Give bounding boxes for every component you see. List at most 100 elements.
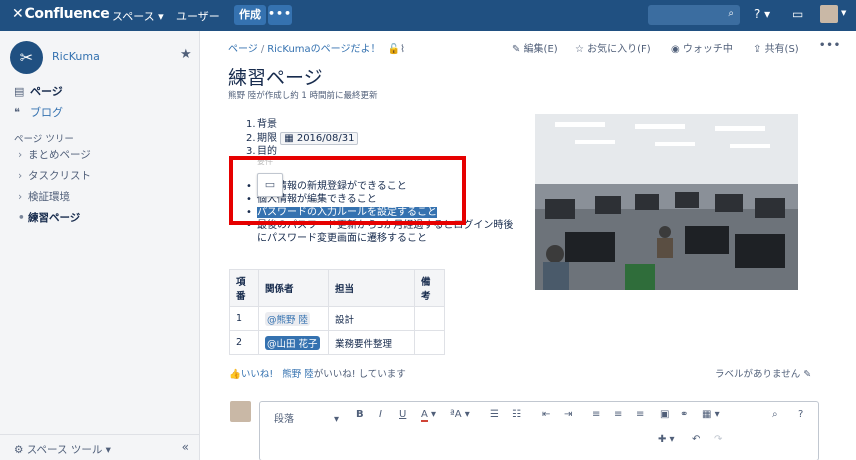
inline-comment-icon[interactable]: ▭ (257, 173, 283, 197)
table-cell: 2 (229, 330, 259, 355)
likes-section: 👍いいね! 熊野 陸がいいね! しています (229, 366, 406, 380)
align-center-icon[interactable]: ≡ (614, 409, 622, 420)
more-create-button[interactable]: ••• (268, 5, 292, 25)
list-item-continuation: にパスワード変更画面に遷移すること (257, 233, 427, 244)
link-icon[interactable]: ⚭ (680, 409, 688, 420)
liker-link[interactable]: 熊野 陸 (282, 369, 314, 380)
logo-text: Confluence (24, 6, 110, 22)
italic-button[interactable]: I (379, 409, 382, 420)
help-menu[interactable]: ? ▾ (754, 7, 770, 21)
bullet-list-icon[interactable]: ☰ (490, 409, 499, 420)
favourite-button[interactable]: ☆ お気に入り(F) (575, 40, 651, 55)
text-color-button[interactable]: A ▾ (421, 409, 436, 422)
sidebar-item-pages[interactable]: ▤ ページ (14, 83, 63, 99)
tree-item-verification[interactable]: › 検証環境 (18, 189, 70, 204)
redo-icon[interactable]: ↷ (714, 434, 722, 445)
search-icon[interactable]: ⌕ (772, 409, 778, 420)
blog-icon: ❝ (14, 106, 20, 119)
table-cell: 1 (229, 306, 259, 331)
user-mention[interactable]: @山田 花子 (265, 335, 320, 350)
bold-button[interactable]: B (356, 409, 364, 420)
tree-item-summary[interactable]: › まとめページ (18, 147, 91, 162)
insert-image-icon[interactable]: ▣ (660, 409, 669, 420)
page-byline: 熊野 陸が作成し約 1 時間前に最終更新 (228, 91, 378, 101)
table-cell: @山田 花子 (258, 330, 329, 355)
paragraph-style-dropdown[interactable]: 段落 ▾ (274, 410, 339, 425)
top-navigation-bar: ✕Confluence スペース ▾ ユーザー 作成 ••• ⌕ ? ▾ ▭ ▼ (0, 0, 856, 31)
like-button[interactable]: 👍いいね! (229, 369, 273, 380)
page-content: ページ / RicKumaのページだよ！ 🔓⌇ ✎ 編集(E) ☆ お気に入り(F)… (201, 31, 856, 460)
breadcrumb-pages[interactable]: ページ (228, 44, 258, 55)
table-header: 担当 (328, 269, 415, 307)
page-title: 練習ページ (228, 67, 323, 89)
table-cell (414, 306, 445, 331)
space-sidebar: ✂ RicKuma ★ ▤ ページ ❝ ブログ ページ ツリー › まとめページ › タ… (0, 31, 200, 460)
table-icon[interactable]: ▦ ▾ (702, 409, 720, 420)
tree-item-practice[interactable]: • 練習ページ (18, 210, 80, 225)
chevron-right-icon[interactable]: › (18, 149, 28, 161)
spaces-menu[interactable]: スペース ▾ (112, 8, 164, 24)
user-mention[interactable]: @熊野 陸 (265, 311, 311, 326)
bullet-icon: • (18, 212, 25, 224)
confluence-logo[interactable]: ✕Confluence (12, 6, 110, 22)
share-button[interactable]: ⇪ 共有(S) (753, 40, 799, 55)
more-formatting-button[interactable]: ªA ▾ (450, 409, 470, 420)
space-tools-menu[interactable]: ⚙ スペース ツール ▾ (14, 442, 111, 457)
align-left-icon[interactable]: ≡ (592, 409, 600, 420)
attachment-icon[interactable]: ⌇ (400, 44, 405, 55)
align-right-icon[interactable]: ≡ (636, 409, 644, 420)
date-lozenge[interactable]: ▦ 2016/08/31 (280, 132, 359, 145)
page-tree-heading: ページ ツリー (14, 134, 74, 145)
notifications-icon[interactable]: ▭ (792, 7, 803, 21)
users-menu[interactable]: ユーザー (176, 8, 220, 24)
office-photo (535, 114, 798, 290)
underline-button[interactable]: U (399, 409, 406, 420)
user-avatar[interactable] (820, 5, 838, 23)
confluence-x-icon: ✕ (12, 6, 24, 22)
lock-icon[interactable]: 🔓 (388, 44, 400, 55)
calendar-icon: ▦ (284, 133, 297, 144)
breadcrumb: ページ / RicKumaのページだよ！ 🔓⌇ (228, 44, 406, 55)
space-logo[interactable]: ✂ (10, 41, 43, 74)
eye-icon: ◉ (671, 44, 683, 55)
table-header-row: 項番 関係者 担当 備考 (229, 269, 445, 307)
labels-section: ラベルがありません ✎ (715, 369, 812, 380)
outdent-icon[interactable]: ⇤ (542, 409, 550, 420)
chevron-right-icon[interactable]: › (18, 170, 28, 182)
search-icon: ⌕ (728, 8, 734, 19)
space-name-link[interactable]: RicKuma (52, 50, 100, 63)
list-item: 3.目的 (246, 146, 277, 157)
star-outline-icon: ☆ (575, 44, 588, 55)
pages-icon: ▤ (14, 85, 25, 98)
help-button[interactable]: ? (798, 409, 803, 420)
collapse-sidebar-icon[interactable]: « (182, 440, 189, 454)
star-icon[interactable]: ★ (180, 47, 192, 62)
insert-more-icon[interactable]: ✚ ▾ (658, 434, 675, 445)
table-header: 関係者 (258, 269, 329, 307)
search-input[interactable]: ⌕ (648, 5, 740, 25)
share-icon: ⇪ (753, 44, 765, 55)
edit-labels-icon[interactable]: ✎ (803, 369, 811, 380)
chevron-down-icon[interactable]: ▼ (841, 9, 846, 17)
edit-button[interactable]: ✎ 編集(E) (512, 40, 558, 55)
create-button[interactable]: 作成 (234, 5, 266, 25)
sidebar-footer: ⚙ スペース ツール ▾ « (0, 434, 199, 460)
breadcrumb-space-home[interactable]: RicKumaのページだよ！ (267, 44, 380, 55)
indent-icon[interactable]: ⇥ (564, 409, 572, 420)
more-actions-icon[interactable]: ••• (819, 40, 841, 51)
numbered-list-icon[interactable]: ☷ (512, 409, 521, 420)
table-header: 項番 (229, 269, 259, 307)
stakeholder-table: 項番 関係者 担当 備考 1 @熊野 陸 設計 2 @山田 花子 業務要件整理 (229, 269, 445, 355)
chevron-down-icon: ▾ (334, 414, 340, 425)
table-cell: @熊野 陸 (258, 306, 329, 331)
list-item: 1.背景 (246, 119, 277, 130)
table-cell (414, 330, 445, 355)
undo-icon[interactable]: ↶ (692, 434, 700, 445)
tree-item-tasklist[interactable]: › タスクリスト (18, 168, 91, 183)
comment-editor[interactable]: 段落 ▾ B I U A ▾ ªA ▾ ☰ ☷ ⇤ ⇥ ≡ ≡ ≡ ▣ ⚭ ▦ ▾… (259, 401, 819, 460)
table-row: 1 @熊野 陸 設計 (229, 306, 445, 331)
watch-button[interactable]: ◉ ウォッチ中 (671, 40, 733, 55)
likes-suffix: がいいね! しています (313, 369, 406, 380)
chevron-right-icon[interactable]: › (18, 191, 28, 203)
sidebar-item-blog[interactable]: ❝ ブログ (14, 104, 63, 120)
